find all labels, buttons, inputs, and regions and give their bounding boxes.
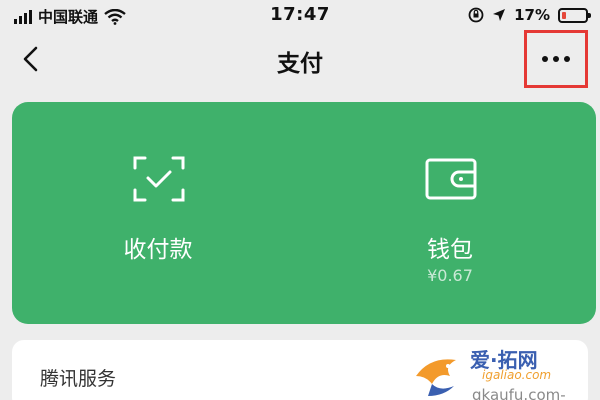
wallet-balance: ¥0.67 — [427, 266, 473, 285]
location-arrow-icon — [493, 9, 506, 21]
battery-icon — [558, 7, 591, 23]
watermark-logo: 爱·拓网 igaliao.com qkaufu.com- — [410, 342, 580, 400]
receive-pay-label: 收付款 — [123, 237, 193, 263]
watermark-url-2: qkaufu.com- — [472, 386, 566, 400]
page-title: 支付 — [277, 51, 323, 77]
watermark-bird-icon — [416, 359, 456, 396]
pay-card: 收付款 钱包 ¥0.67 — [12, 102, 596, 324]
battery-fill — [562, 11, 566, 19]
rotation-lock-icon — [468, 7, 484, 23]
battery-percent: 17% — [514, 6, 550, 24]
tencent-services-section: 腾讯服务 爱·拓网 igaliao.com qkaufu.com- — [12, 340, 588, 400]
section-title: 腾讯服务 — [40, 368, 117, 390]
receive-pay-button[interactable]: 收付款 — [12, 102, 304, 324]
nav-bar: 支付 — [0, 30, 600, 88]
status-bar: 中国联通 17:47 17% — [0, 0, 600, 32]
watermark-url: igaliao.com — [482, 368, 552, 382]
wallet-icon — [425, 158, 477, 200]
more-dots-icon — [542, 56, 570, 62]
scan-check-icon — [133, 156, 185, 202]
wallet-button[interactable]: 钱包 ¥0.67 — [304, 102, 596, 324]
wallet-label: 钱包 — [427, 237, 473, 263]
status-right: 17% — [468, 6, 591, 24]
more-button[interactable] — [524, 30, 588, 88]
